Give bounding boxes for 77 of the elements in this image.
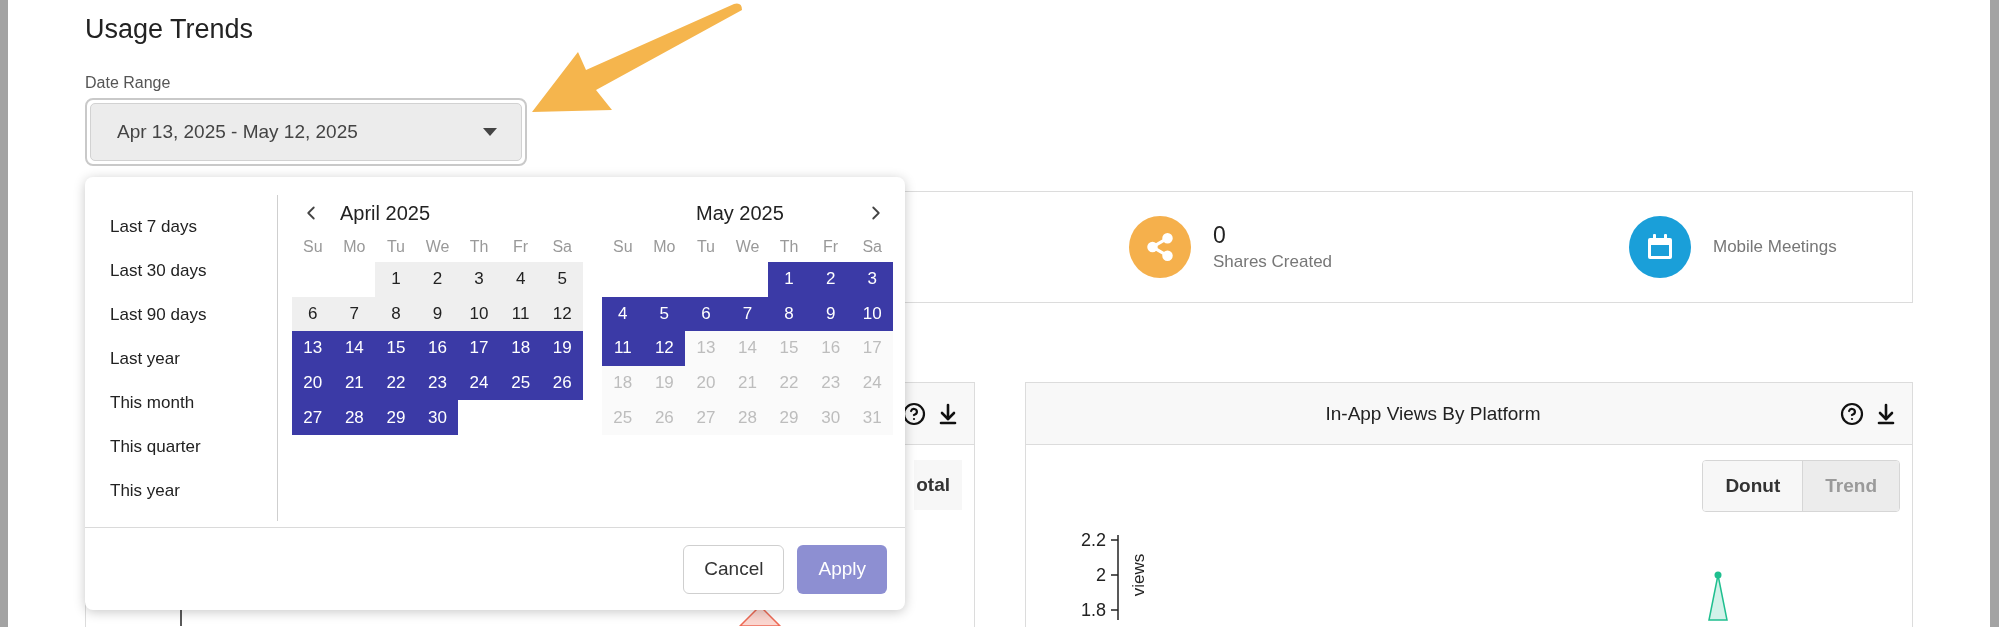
day-cell[interactable]: 4 — [499, 262, 542, 297]
tick-label: 1.8 — [1080, 600, 1106, 620]
preset-option[interactable]: This month — [85, 381, 195, 425]
weekday-label: We — [424, 236, 451, 257]
day-cell[interactable]: 16 — [416, 331, 459, 366]
weekday-label: Fr — [822, 236, 840, 257]
day-cell[interactable]: 2 — [809, 262, 852, 297]
weekday-label: Tu — [695, 236, 716, 257]
day-cell[interactable]: 6 — [292, 296, 334, 332]
day-cell[interactable]: 3 — [851, 262, 893, 297]
weekday-label: Su — [612, 236, 634, 257]
preset-option[interactable]: Last 7 days — [85, 205, 197, 249]
day-cell[interactable]: 12 — [643, 331, 686, 366]
day-cell[interactable]: 8 — [375, 296, 417, 332]
preset-option[interactable]: Last year — [85, 337, 180, 381]
weekday-label: Tu — [385, 236, 406, 257]
field-label: Date Range — [85, 73, 171, 93]
caret-icon — [483, 128, 497, 136]
day-cell[interactable]: 18 — [499, 331, 542, 366]
stat-label: Shares Created — [1213, 252, 1333, 272]
weekday-label: Sa — [861, 236, 883, 257]
day-cell[interactable]: 22 — [375, 365, 417, 401]
day-cell[interactable]: 24 — [458, 365, 500, 401]
preset-option[interactable]: Last 30 days — [85, 249, 207, 293]
day-cell[interactable]: 1 — [375, 262, 417, 297]
day-cell[interactable]: 5 — [643, 296, 686, 332]
weekday-label: We — [734, 236, 761, 257]
help-icon[interactable] — [1840, 401, 1864, 426]
day-cell[interactable]: 20 — [292, 365, 334, 401]
weekday-label: Th — [778, 236, 800, 257]
day-cell[interactable]: 4 — [602, 296, 644, 332]
tick-label: 2.2 — [1080, 530, 1106, 550]
date-range-dropdown[interactable]: Apr 13, 2025 - May 12, 2025 — [85, 98, 527, 166]
day-cell[interactable]: 1 — [768, 262, 810, 297]
help-icon[interactable] — [902, 401, 926, 426]
day-cell[interactable]: 10 — [458, 296, 500, 332]
weekday-label: Sa — [551, 236, 573, 257]
weekday-label: Fr — [512, 236, 530, 257]
weekday-label: Th — [468, 236, 490, 257]
month-title: May 2025 — [696, 201, 784, 225]
day-cell[interactable]: 6 — [685, 296, 727, 332]
preset-option[interactable]: This quarter — [85, 425, 201, 469]
month-title: April 2025 — [340, 201, 431, 225]
day-cell[interactable]: 29 — [375, 400, 417, 435]
day-cell[interactable]: 27 — [292, 400, 334, 435]
toggle-button[interactable]: otal — [914, 460, 962, 510]
day-cell[interactable]: 7 — [333, 296, 376, 332]
preset-option[interactable]: This year — [85, 469, 180, 513]
day-cell[interactable]: 14 — [333, 331, 376, 366]
day-cell[interactable]: 2 — [416, 262, 459, 297]
weekday-label: Mo — [652, 236, 677, 257]
toggle-button[interactable]: Donut — [1703, 461, 1803, 511]
page-title: Usage Trends — [85, 13, 255, 46]
day-cell[interactable]: 12 — [541, 296, 583, 332]
weekday-label: Su — [302, 236, 324, 257]
day-cell[interactable]: 30 — [416, 400, 459, 435]
day-cell[interactable]: 3 — [458, 262, 500, 297]
cancel-button[interactable]: Cancel — [683, 544, 785, 594]
weekday-label: Mo — [342, 236, 367, 257]
axis-label: views — [1129, 553, 1148, 597]
day-cell[interactable]: 19 — [541, 331, 583, 366]
stat-label: Mobile Meetings — [1713, 237, 1837, 257]
day-cell[interactable]: 26 — [541, 365, 583, 401]
day-cell[interactable]: 15 — [375, 331, 417, 366]
tick-label: 2 — [1096, 565, 1106, 585]
day-cell[interactable]: 28 — [333, 400, 376, 435]
trend-line-drawing — [1708, 571, 1728, 621]
day-cell[interactable]: 7 — [726, 296, 769, 332]
chart-title: In-App Views By Platform — [1324, 402, 1542, 425]
day-cell[interactable]: 11 — [602, 331, 644, 366]
day-cell[interactable]: 5 — [541, 262, 583, 297]
day-cell[interactable]: 8 — [768, 296, 810, 332]
stat-value: 0 — [1213, 222, 1226, 249]
day-cell[interactable]: 10 — [851, 296, 893, 332]
preset-option[interactable]: Last 90 days — [85, 293, 207, 337]
day-cell[interactable]: 17 — [458, 331, 500, 366]
day-cell[interactable]: 13 — [292, 331, 334, 366]
